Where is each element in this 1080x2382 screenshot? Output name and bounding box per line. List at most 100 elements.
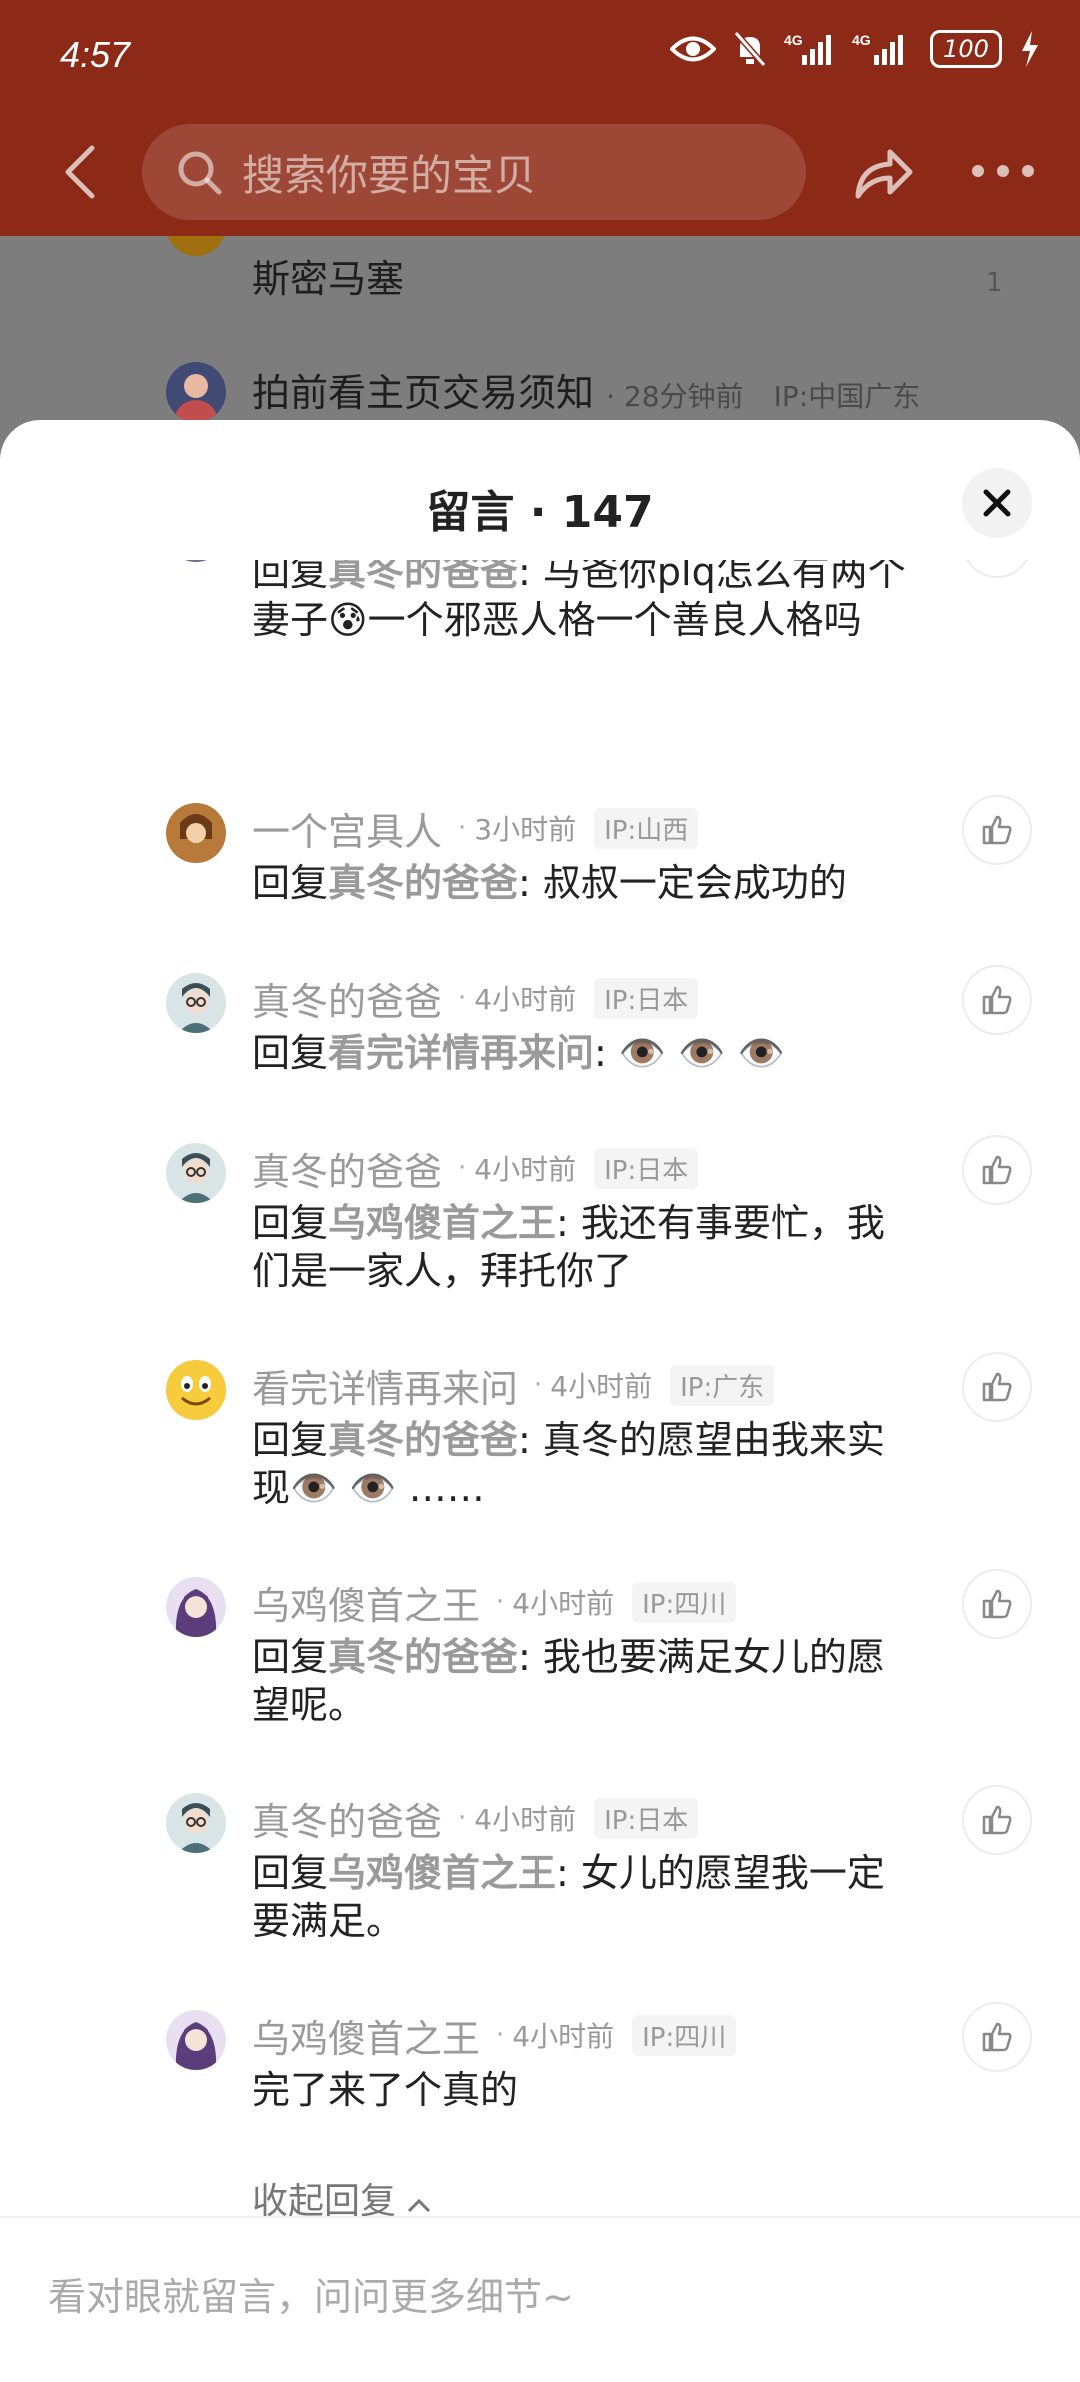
more-icon[interactable] [968,156,1038,186]
like-count: 1 [986,268,1003,298]
thumbs-up-icon [982,985,1012,1015]
reply-target-link[interactable]: 看完详情再来问 [328,1031,594,1075]
reply-target-link[interactable]: 真冬的爸爸 [328,560,518,594]
nav-bar: 搜索你要的宝贝 [0,118,1080,228]
eye-icon [670,36,716,62]
search-bar[interactable]: 搜索你要的宝贝 [142,124,806,220]
avatar[interactable] [166,2010,226,2070]
thumbs-up-icon [982,1155,1012,1185]
thumbs-up-icon [982,1589,1012,1619]
comment-body: 回复乌鸡傻首之王: 我还有事要忙，我们是一家人，拜托你了 [252,1201,885,1293]
comment-body: 回复真冬的爸爸: 叔叔一定会成功的 [252,861,847,905]
reply-target-link[interactable]: 乌鸡傻首之王 [328,1851,556,1895]
close-icon [983,489,1011,517]
close-button[interactable] [962,468,1032,538]
share-icon[interactable] [850,140,916,206]
ip-badge: IP:山西 [594,807,699,849]
comment-username[interactable]: 真冬的爸爸 [252,1791,442,1846]
comment-header: 真冬的爸爸 · 4小时前 IP:日本 [252,1791,699,1846]
comment-body: 回复乌鸡傻首之王: 女儿的愿望我一定要满足。 [252,1851,885,1943]
background-comment-name: 拍前看主页交易须知 [252,371,595,415]
comment-time: 4小时前 [512,1587,615,1620]
reply-target-link[interactable]: 真冬的爸爸 [328,1635,518,1679]
status-bar: 4:57 4G 4G 100 [0,0,1080,100]
comment-username[interactable]: 一个宫具人 [252,801,442,856]
status-icons: 4G 4G 100 [670,30,1040,68]
ip-badge: IP:广东 [670,1364,775,1406]
mute-bell-icon [734,31,766,67]
avatar [166,362,226,422]
like-button[interactable] [962,965,1032,1035]
search-placeholder: 搜索你要的宝贝 [242,150,537,200]
thumbs-up-icon [982,2022,1012,2052]
background-comment-time: 28分钟前 [623,380,744,413]
battery-icon: 100 [930,30,1002,68]
signal-4g-icon-2: 4G [852,32,903,65]
comment-input-bar[interactable]: 看对眼就留言，问问更多细节~ [0,2216,1080,2382]
comment-time: 4小时前 [474,1803,577,1836]
reply-target-link[interactable]: 真冬的爸爸 [328,1418,518,1462]
thumbs-up-icon [982,1805,1012,1835]
comment-header: 乌鸡傻首之王 · 4小时前 IP:四川 [252,1575,737,1630]
thumbs-up-icon [982,815,1012,845]
comment-body: 回复真冬的爸爸: 马爸你plq怎么有两个妻子😰一个邪恶人格一个善良人格吗 [252,560,912,644]
reply-target-link[interactable]: 真冬的爸爸 [328,861,518,905]
like-button[interactable] [962,1785,1032,1855]
comment-time: 3小时前 [474,813,577,846]
status-time: 4:57 [60,34,131,75]
comment-list[interactable]: 回复真冬的爸爸: 马爸你plq怎么有两个妻子😰一个邪恶人格一个善良人格吗 一个宫… [0,560,1080,2200]
avatar[interactable] [166,1577,226,1637]
like-button[interactable] [962,1352,1032,1422]
signal-4g-icon: 4G [784,32,831,65]
ip-badge: IP:四川 [632,1581,737,1623]
like-button[interactable] [962,2002,1032,2072]
like-button[interactable] [962,560,1032,578]
avatar [166,236,226,256]
comment-header: 真冬的爸爸 · 4小时前 IP:日本 [252,971,699,1026]
like-button[interactable] [962,795,1032,865]
comment-time: 4小时前 [512,2020,615,2053]
avatar [166,560,226,562]
comment-body: 完了来了个真的 [252,2068,519,2112]
ip-badge: IP:四川 [632,2014,737,2056]
svg-text:4G: 4G [852,32,871,48]
thumbs-up-icon [982,1372,1012,1402]
comment-time: 4小时前 [474,983,577,1016]
ip-badge: IP:日本 [594,1147,699,1189]
comment-username[interactable]: 乌鸡傻首之王 [252,2008,480,2063]
comment-username[interactable]: 真冬的爸爸 [252,1141,442,1196]
comment-input-placeholder: 看对眼就留言，问问更多细节~ [48,2275,574,2319]
search-icon [178,151,222,195]
top-bar: 4:57 4G 4G 100 搜索你要的宝贝 [0,0,1080,236]
svg-text:4G: 4G [784,32,803,48]
comment-time: 4小时前 [550,1370,653,1403]
like-button[interactable] [962,1135,1032,1205]
comment-body: 回复真冬的爸爸: 我也要满足女儿的愿望呢。 [252,1635,885,1727]
reply-target-link[interactable]: 乌鸡傻首之王 [328,1201,556,1245]
comment-header: 看完详情再来问 · 4小时前 IP:广东 [252,1358,775,1413]
back-arrow-icon[interactable] [54,142,114,202]
avatar[interactable] [166,1793,226,1853]
charging-icon [1022,31,1038,67]
avatar[interactable] [166,1360,226,1420]
comment-body: 回复看完详情再来问: 👁️ 👁️ 👁️ [252,1031,786,1075]
comment-username[interactable]: 乌鸡傻首之王 [252,1575,480,1630]
comment-username[interactable]: 看完详情再来问 [252,1358,518,1413]
sheet-title: 留言 · 147 [426,487,654,538]
avatar[interactable] [166,973,226,1033]
comment-body: 回复真冬的爸爸: 真冬的愿望由我来实现👁️ 👁️ …… [252,1418,885,1510]
avatar[interactable] [166,803,226,863]
background-comment-ip: IP:中国广东 [773,380,921,413]
background-comment-text: 斯密马塞 [252,257,405,301]
comment-header: 乌鸡傻首之王 · 4小时前 IP:四川 [252,2008,737,2063]
comment-header: 一个宫具人 · 3小时前 IP:山西 [252,801,699,856]
comment-username[interactable]: 真冬的爸爸 [252,971,442,1026]
avatar[interactable] [166,1143,226,1203]
like-button[interactable] [962,1569,1032,1639]
comment-time: 4小时前 [474,1153,577,1186]
comment-header: 真冬的爸爸 · 4小时前 IP:日本 [252,1141,699,1196]
ip-badge: IP:日本 [594,977,699,1019]
ip-badge: IP:日本 [594,1797,699,1839]
comment-sheet: 留言 · 147 回复真冬的爸爸: 马爸你plq怎么有两个妻子😰一个邪恶人格一个… [0,420,1080,2382]
chevron-up-icon [408,2198,431,2213]
